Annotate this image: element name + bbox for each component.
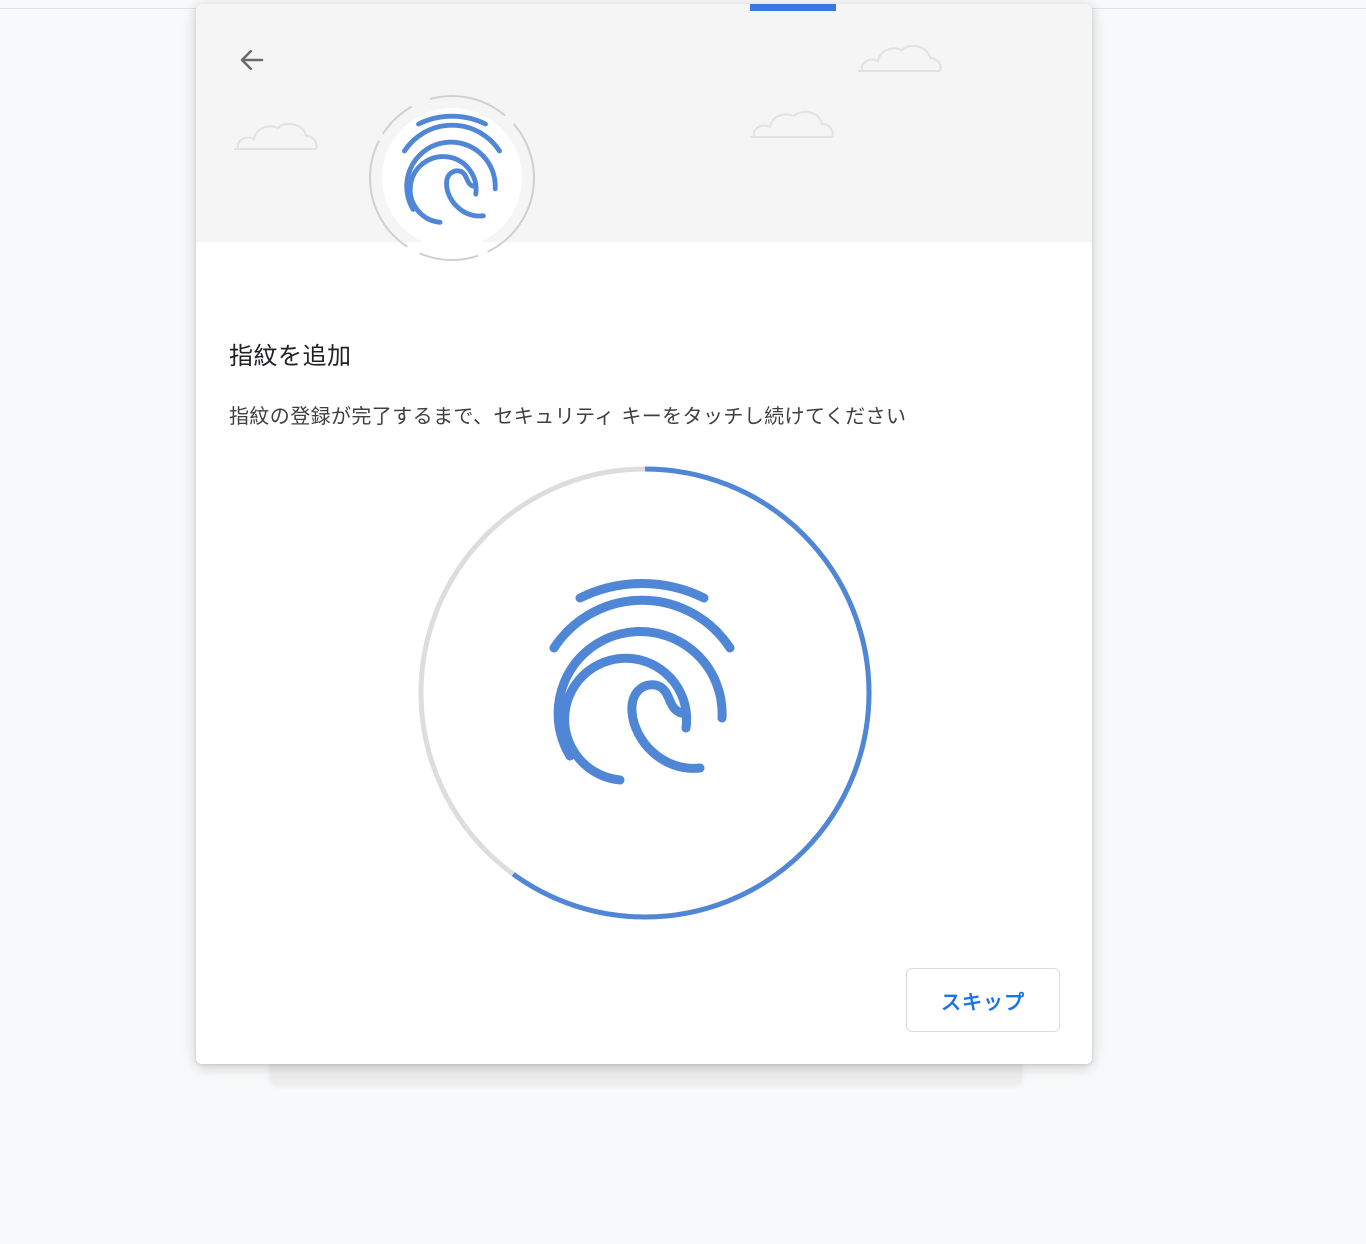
cloud-icon: [750, 110, 834, 138]
cloud-icon: [234, 122, 318, 150]
header-fingerprint-emblem: [369, 95, 535, 261]
enrollment-progress-ring: [418, 466, 872, 920]
skip-button[interactable]: スキップ: [906, 968, 1060, 1032]
dialog-header-illustration: [196, 4, 1092, 242]
back-button[interactable]: [226, 38, 278, 82]
page-background: 指紋を追加 指紋の登録が完了するまで、セキュリティ キーをタッチし続けてください…: [0, 0, 1366, 1244]
dialog-description: 指紋の登録が完了するまで、セキュリティ キーをタッチし続けてください: [229, 404, 907, 428]
fingerprint-icon: [549, 579, 735, 785]
cloud-icon: [858, 44, 942, 72]
dialog-title: 指紋を追加: [229, 342, 352, 370]
fingerprint-enroll-dialog: 指紋を追加 指紋の登録が完了するまで、セキュリティ キーをタッチし続けてください…: [196, 4, 1092, 1064]
top-progress-indicator: [750, 4, 836, 11]
arrow-left-icon: [240, 50, 264, 70]
